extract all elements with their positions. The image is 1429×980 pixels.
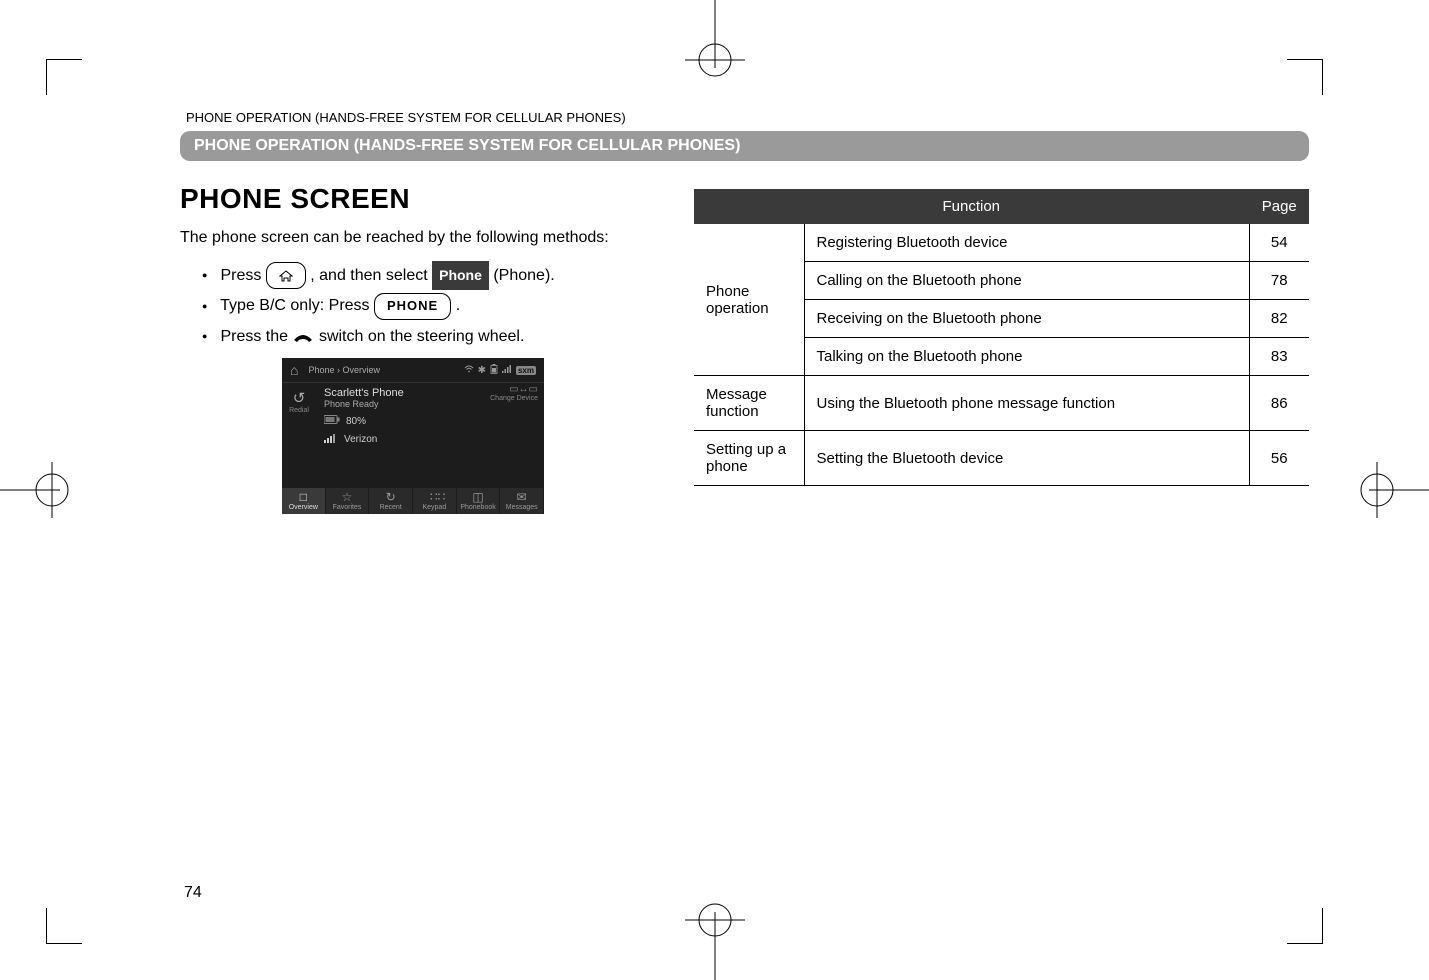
- battery-percent: 80%: [346, 416, 366, 427]
- phone-badge: Phone: [432, 261, 489, 290]
- page-cell: 54: [1249, 224, 1309, 262]
- registration-mark-top: [665, 0, 765, 80]
- breadcrumb: PHONE OPERATION (HANDS-FREE SYSTEM FOR C…: [180, 110, 1309, 125]
- bullet-3: Press the switch on the steering wheel.: [216, 322, 650, 352]
- ss-tab-favorites: ☆Favorites: [326, 488, 370, 514]
- func-cell: Using the Bluetooth phone message functi…: [804, 376, 1249, 431]
- favorites-icon: ☆: [326, 491, 369, 503]
- signal-row-icon: [324, 433, 338, 446]
- crop-mark-br: [1287, 908, 1323, 944]
- bullet-3-post: switch on the steering wheel.: [319, 328, 524, 345]
- crop-mark-tl: [46, 59, 82, 95]
- page-number: 74: [184, 884, 202, 902]
- bullet-1-mid: , and then select: [310, 267, 432, 284]
- bullet-2-post: .: [456, 297, 460, 314]
- recent-icon: ↻: [369, 491, 412, 503]
- ss-tab-keypad: ∷∷Keypad: [413, 488, 457, 514]
- redial-icon: ↺: [282, 389, 316, 407]
- carrier-name: Verizon: [344, 434, 377, 445]
- bullet-1: Press , and then select Phone (Phone).: [216, 261, 650, 291]
- ss-home-icon: ⌂: [290, 362, 298, 378]
- func-cell: Talking on the Bluetooth phone: [804, 338, 1249, 376]
- page-cell: 78: [1249, 262, 1309, 300]
- func-cell: Registering Bluetooth device: [804, 224, 1249, 262]
- registration-mark-right: [1359, 450, 1429, 530]
- registration-mark-bottom: [665, 900, 765, 980]
- bullet-1-post: (Phone).: [493, 267, 554, 284]
- ss-tab-phonebook: ◫Phonebook: [457, 488, 501, 514]
- table-header-row: Function Page: [694, 190, 1309, 224]
- bullet-2: Type B/C only: Press PHONE .: [216, 291, 650, 321]
- func-cell: Setting the Bluetooth device: [804, 431, 1249, 486]
- registration-mark-left: [0, 450, 70, 530]
- page-title: PHONE SCREEN: [180, 183, 650, 215]
- change-device-label: Change Device: [490, 395, 538, 402]
- change-device-icon: ▭↔▭: [490, 384, 538, 395]
- overview-icon: □: [282, 491, 325, 503]
- page-cell: 56: [1249, 431, 1309, 486]
- bullet-2-pre: Type B/C only: Press: [220, 297, 374, 314]
- keypad-icon: ∷∷: [413, 491, 456, 503]
- page-cell: 82: [1249, 300, 1309, 338]
- phonebook-icon: ◫: [457, 491, 500, 503]
- table-row: Setting up a phone Setting the Bluetooth…: [694, 431, 1309, 486]
- battery-row-icon: [324, 415, 340, 427]
- table-row: Message function Using the Bluetooth pho…: [694, 376, 1309, 431]
- redial-label: Redial: [282, 407, 316, 414]
- ss-tab-recent: ↻Recent: [369, 488, 413, 514]
- th-function: Function: [694, 190, 1249, 224]
- intro-text: The phone screen can be reached by the f…: [180, 229, 650, 247]
- battery-icon: [490, 364, 498, 377]
- signal-icon: [502, 365, 512, 376]
- func-cell: Calling on the Bluetooth phone: [804, 262, 1249, 300]
- offhook-icon: [292, 330, 314, 344]
- home-icon: [279, 270, 293, 282]
- bullet-1-pre: Press: [220, 267, 265, 284]
- group-message-function: Message function: [694, 376, 804, 431]
- function-table: Function Page Phone operation Registerin…: [694, 189, 1309, 486]
- ss-tab-overview: □Overview: [282, 488, 326, 514]
- page-cell: 86: [1249, 376, 1309, 431]
- group-phone-operation: Phone operation: [694, 224, 804, 376]
- table-row: Phone operation Registering Bluetooth de…: [694, 224, 1309, 262]
- th-page: Page: [1249, 190, 1309, 224]
- ss-tab-messages: ✉Messages: [500, 488, 544, 514]
- page-cell: 83: [1249, 338, 1309, 376]
- group-setting-up-phone: Setting up a phone: [694, 431, 804, 486]
- messages-icon: ✉: [500, 491, 543, 503]
- bluetooth-icon: ✱: [478, 365, 486, 376]
- phone-hardkey-pill: PHONE: [374, 293, 451, 320]
- bullet-3-pre: Press the: [220, 328, 292, 345]
- phone-screen-screenshot: ⌂ Phone › Overview ✱ sxm: [282, 358, 544, 514]
- section-title-bar: PHONE OPERATION (HANDS-FREE SYSTEM FOR C…: [180, 131, 1309, 161]
- crop-mark-tr: [1287, 59, 1323, 95]
- home-button-pill: [266, 262, 306, 289]
- crop-mark-bl: [46, 908, 82, 944]
- wifi-icon: [464, 365, 474, 376]
- func-cell: Receiving on the Bluetooth phone: [804, 300, 1249, 338]
- ss-breadcrumb: Phone › Overview: [308, 365, 380, 375]
- sxm-badge: sxm: [516, 366, 536, 375]
